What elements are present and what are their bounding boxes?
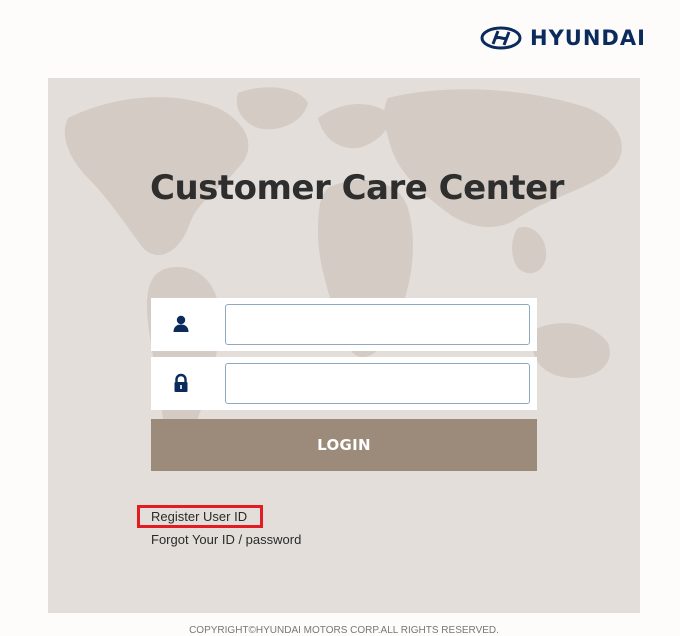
user-icon (173, 315, 189, 332)
register-user-id-link[interactable]: Register User ID (137, 505, 264, 528)
password-row (151, 357, 537, 410)
login-button[interactable]: LOGIN (151, 419, 537, 471)
brand-name: HYUNDAI (530, 26, 646, 50)
hyundai-emblem-icon (480, 26, 522, 50)
forgot-id-password-link[interactable]: Forgot Your ID / password (151, 532, 301, 547)
lock-icon (174, 373, 188, 392)
page-title: Customer Care Center (150, 168, 564, 208)
user-id-row (151, 298, 537, 351)
user-id-input[interactable] (225, 304, 530, 345)
hyundai-logo: HYUNDAI (480, 26, 646, 50)
password-input[interactable] (225, 363, 530, 404)
copyright-text: COPYRIGHT©HYUNDAI MOTORS CORP.ALL RIGHTS… (189, 625, 499, 636)
login-panel: Customer Care Center LOGIN Register User… (48, 78, 640, 613)
